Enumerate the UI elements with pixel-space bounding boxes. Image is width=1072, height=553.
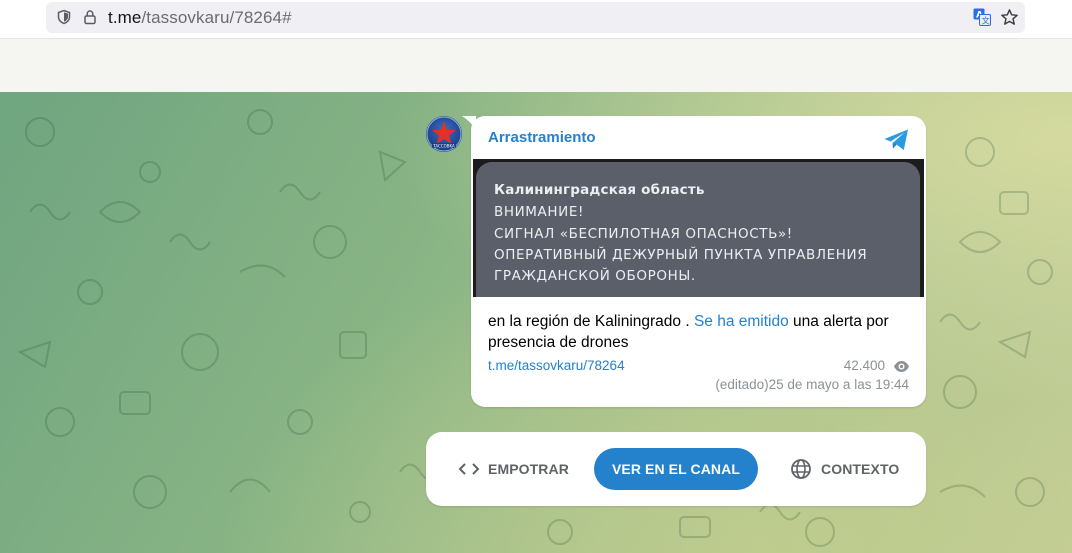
channel-name[interactable]: Arrastramiento xyxy=(488,129,596,146)
svg-text:文: 文 xyxy=(982,16,990,26)
svg-text:TACCOBKA: TACCOBKA xyxy=(432,143,455,148)
alert-line: ОПЕРАТИВНЫЙ ДЕЖУРНЫЙ ПУНКТА УПРАВЛЕНИЯ xyxy=(494,247,868,263)
url-text[interactable]: t.me/tassovkaru/78264# xyxy=(108,8,292,28)
post-image[interactable]: Калининградская область ВНИМАНИЕ! СИГНАЛ… xyxy=(473,159,924,297)
alert-region: Калининградская область xyxy=(494,182,705,198)
embed-label: EMPOTRAR xyxy=(488,461,569,477)
message-text: en la región de Kaliningrado . Se ha emi… xyxy=(488,311,918,353)
message-inline-link[interactable]: Se ha emitido xyxy=(694,313,789,330)
edited-timestamp: (editado)25 de mayo a las 19:44 xyxy=(715,377,909,392)
context-button[interactable]: CONTEXTO xyxy=(790,448,899,490)
url-host: t.me xyxy=(108,8,142,27)
view-in-channel-label: VER EN EL CANAL xyxy=(611,461,741,477)
alert-line: ГРАЖДАНСКОЙ ОБОРОНЫ. xyxy=(494,268,696,284)
globe-icon xyxy=(791,459,811,479)
code-icon xyxy=(458,463,480,475)
view-in-channel-button[interactable]: VER EN EL CANAL xyxy=(594,448,758,490)
shield-icon[interactable] xyxy=(56,9,72,25)
context-label: CONTEXTO xyxy=(821,461,900,477)
tass-logo-icon: TACCOBKA xyxy=(426,116,462,152)
address-bar[interactable]: t.me/tassovkaru/78264# A 文 xyxy=(46,2,1025,33)
eye-icon xyxy=(894,361,909,372)
alert-line: СИГНАЛ «БЕСПИЛОТНАЯ ОПАСНОСТЬ»! xyxy=(494,226,793,242)
star-icon[interactable] xyxy=(1000,8,1019,27)
post-actions-panel: EMPOTRAR VER EN EL CANAL CONTEXTO xyxy=(426,432,926,506)
alert-line: ВНИМАНИЕ! xyxy=(494,204,584,220)
post-link[interactable]: t.me/tassovkaru/78264 xyxy=(488,358,625,373)
message-text-part: en la región de Kaliningrado . xyxy=(488,313,694,330)
view-count: 42.400 xyxy=(843,358,885,373)
url-path: /tassovkaru/78264# xyxy=(141,8,292,27)
page-header-strip xyxy=(0,38,1072,93)
telegram-icon[interactable] xyxy=(883,128,910,152)
channel-avatar[interactable]: TACCOBKA xyxy=(426,116,462,152)
alert-card: Калининградская область ВНИМАНИЕ! СИГНАЛ… xyxy=(476,162,920,297)
message-bubble: Arrastramiento Калининградская область В… xyxy=(471,116,926,407)
lock-icon[interactable] xyxy=(82,9,98,25)
browser-toolbar: t.me/tassovkaru/78264# A 文 xyxy=(0,0,1072,38)
embed-button[interactable]: EMPOTRAR xyxy=(458,448,569,490)
translate-icon[interactable]: A 文 xyxy=(973,8,991,26)
